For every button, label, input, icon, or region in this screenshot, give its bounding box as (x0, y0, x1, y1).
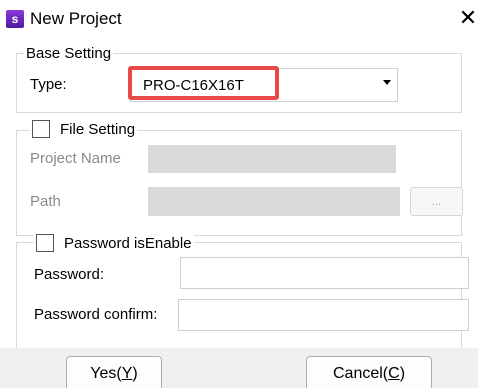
file-setting-checkbox[interactable] (32, 120, 50, 138)
dialog-body: Base Setting Type: PRO-C16X16T File Sett… (0, 36, 478, 388)
password-confirm-field[interactable] (178, 299, 469, 331)
app-icon-letter: s (11, 12, 19, 26)
file-setting-title-text: File Setting (60, 120, 136, 138)
close-icon[interactable]: ✕ (458, 4, 478, 32)
password-field[interactable] (180, 257, 469, 289)
window-title: New Project (30, 9, 122, 28)
type-label: Type: (30, 76, 67, 93)
base-setting-title-text: Base Setting (26, 44, 112, 62)
new-project-dialog: s New Project ✕ Base Setting Type: PRO-C… (0, 0, 478, 388)
yes-button-label: Yes( (90, 365, 122, 382)
title-bar: s New Project ✕ (0, 0, 478, 36)
cancel-button-label: Cancel( (332, 365, 389, 382)
project-name-field[interactable] (148, 145, 396, 173)
password-setting-title-text: Password isEnable (64, 234, 192, 252)
app-icon: s (6, 10, 24, 28)
chevron-down-icon (383, 80, 391, 85)
password-label: Password: (34, 266, 105, 283)
yes-button-mnemonic: Y (121, 365, 133, 382)
browse-button[interactable]: ... (410, 187, 463, 216)
base-setting-title: Base Setting (24, 44, 114, 62)
path-field[interactable] (148, 187, 400, 216)
cancel-button-label-close: ) (399, 365, 406, 382)
type-combobox[interactable]: PRO-C16X16T (128, 66, 398, 102)
file-setting-title: File Setting (30, 118, 138, 140)
password-enable-checkbox[interactable] (36, 234, 54, 252)
title-group: s New Project (6, 9, 122, 29)
cancel-button-mnemonic: C (388, 365, 400, 382)
type-combobox-value: PRO-C16X16T (143, 76, 244, 94)
dialog-footer: Yes(Y) Cancel(C) (0, 348, 478, 388)
password-setting-title: Password isEnable (34, 232, 194, 254)
password-confirm-label: Password confirm: (34, 306, 158, 323)
cancel-button[interactable]: Cancel(C) (306, 356, 432, 388)
path-label: Path (30, 193, 61, 210)
yes-button[interactable]: Yes(Y) (66, 356, 162, 388)
yes-button-label-close: ) (132, 365, 138, 382)
project-name-label: Project Name (30, 150, 121, 167)
